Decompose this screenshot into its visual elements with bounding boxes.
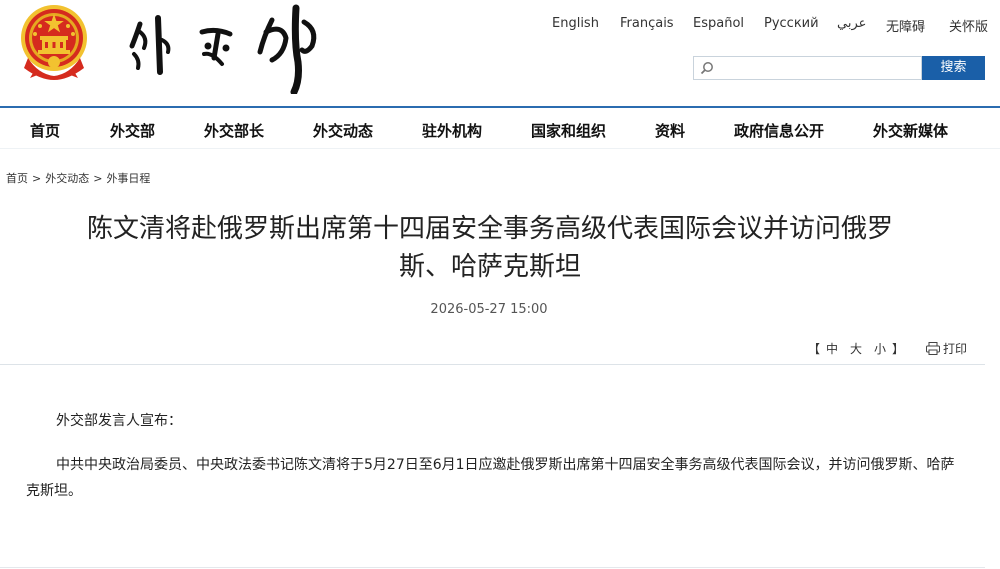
site-header: English Français Español Русский عربي 无障…: [0, 0, 1000, 106]
font-size-medium-button[interactable]: 中: [826, 340, 838, 357]
print-button[interactable]: 打印: [926, 340, 967, 357]
elderly-care-version-link[interactable]: 关怀版: [949, 16, 988, 35]
font-size-bracket-close: 】: [892, 342, 905, 356]
accessibility-link[interactable]: 无障碍: [886, 16, 925, 35]
lang-english-link[interactable]: English: [552, 16, 599, 31]
nav-item-missions-abroad[interactable]: 驻外机构: [422, 120, 482, 141]
lang-french-link[interactable]: Français: [620, 16, 674, 31]
article-tools: 【 中 大 小 】 打印: [0, 340, 1000, 356]
breadcrumb-home[interactable]: 首页: [6, 172, 28, 185]
printer-icon: [926, 342, 940, 355]
nav-item-minister[interactable]: 外交部长: [204, 120, 264, 141]
search-icon: [700, 62, 713, 75]
nav-item-resources[interactable]: 资料: [655, 120, 685, 141]
breadcrumb-separator: >: [32, 172, 42, 185]
breadcrumb-diplomatic-news[interactable]: 外交动态: [45, 172, 89, 185]
print-label: 打印: [943, 342, 968, 356]
breadcrumb-foreign-affairs-schedule[interactable]: 外事日程: [106, 172, 150, 185]
nav-item-diplomatic-news[interactable]: 外交动态: [313, 120, 373, 141]
nav-item-new-media[interactable]: 外交新媒体: [873, 120, 948, 141]
nav-item-countries-organizations[interactable]: 国家和组织: [531, 120, 606, 141]
search-input[interactable]: [718, 59, 918, 77]
language-bar: English Français Español Русский عربي 无障…: [0, 16, 1000, 35]
article-title-line-1: 陈文清将赴俄罗斯出席第十四届安全事务高级代表国际会议并访问俄罗: [86, 214, 893, 244]
nav-item-ministry[interactable]: 外交部: [110, 120, 155, 141]
article-paragraph: 外交部发言人宣布：: [56, 413, 182, 429]
font-size-bracket-open: 【: [808, 342, 821, 356]
article-title-line-2: 斯、哈萨克斯坦: [398, 252, 581, 282]
national-emblem-icon[interactable]: [18, 2, 90, 80]
breadcrumb: 首页 > 外交动态 > 外事日程: [6, 170, 150, 186]
main-nav: 首页 外交部 外交部长 外交动态 驻外机构 国家和组织 资料 政府信息公开 外交…: [0, 108, 1000, 148]
lang-russian-link[interactable]: Русский: [764, 16, 819, 31]
content-divider: [0, 364, 985, 365]
article-title: 陈文清将赴俄罗斯出席第十四届安全事务高级代表国际会议并访问俄罗 斯、哈萨克斯坦: [20, 210, 960, 286]
nav-item-home[interactable]: 首页: [30, 120, 60, 141]
search-box: [693, 56, 922, 80]
font-size-small-button[interactable]: 小: [874, 340, 886, 357]
nav-item-gov-info-disclosure[interactable]: 政府信息公开: [734, 120, 824, 141]
publish-date: 2026-05-27 15:00: [430, 302, 548, 317]
lang-arabic-link[interactable]: عربي: [837, 16, 866, 31]
font-size-large-button[interactable]: 大: [850, 340, 862, 357]
search-button[interactable]: 搜索: [922, 56, 985, 80]
nav-bottom-border: [0, 148, 1000, 149]
lang-spanish-link[interactable]: Español: [693, 16, 744, 31]
breadcrumb-separator: >: [93, 172, 103, 185]
content-bottom-border: [0, 567, 985, 568]
article-paragraph: 中共中央政治局委员、中央政法委书记陈文清将于5月27日至6月1日应邀赴俄罗斯出席…: [26, 457, 955, 499]
